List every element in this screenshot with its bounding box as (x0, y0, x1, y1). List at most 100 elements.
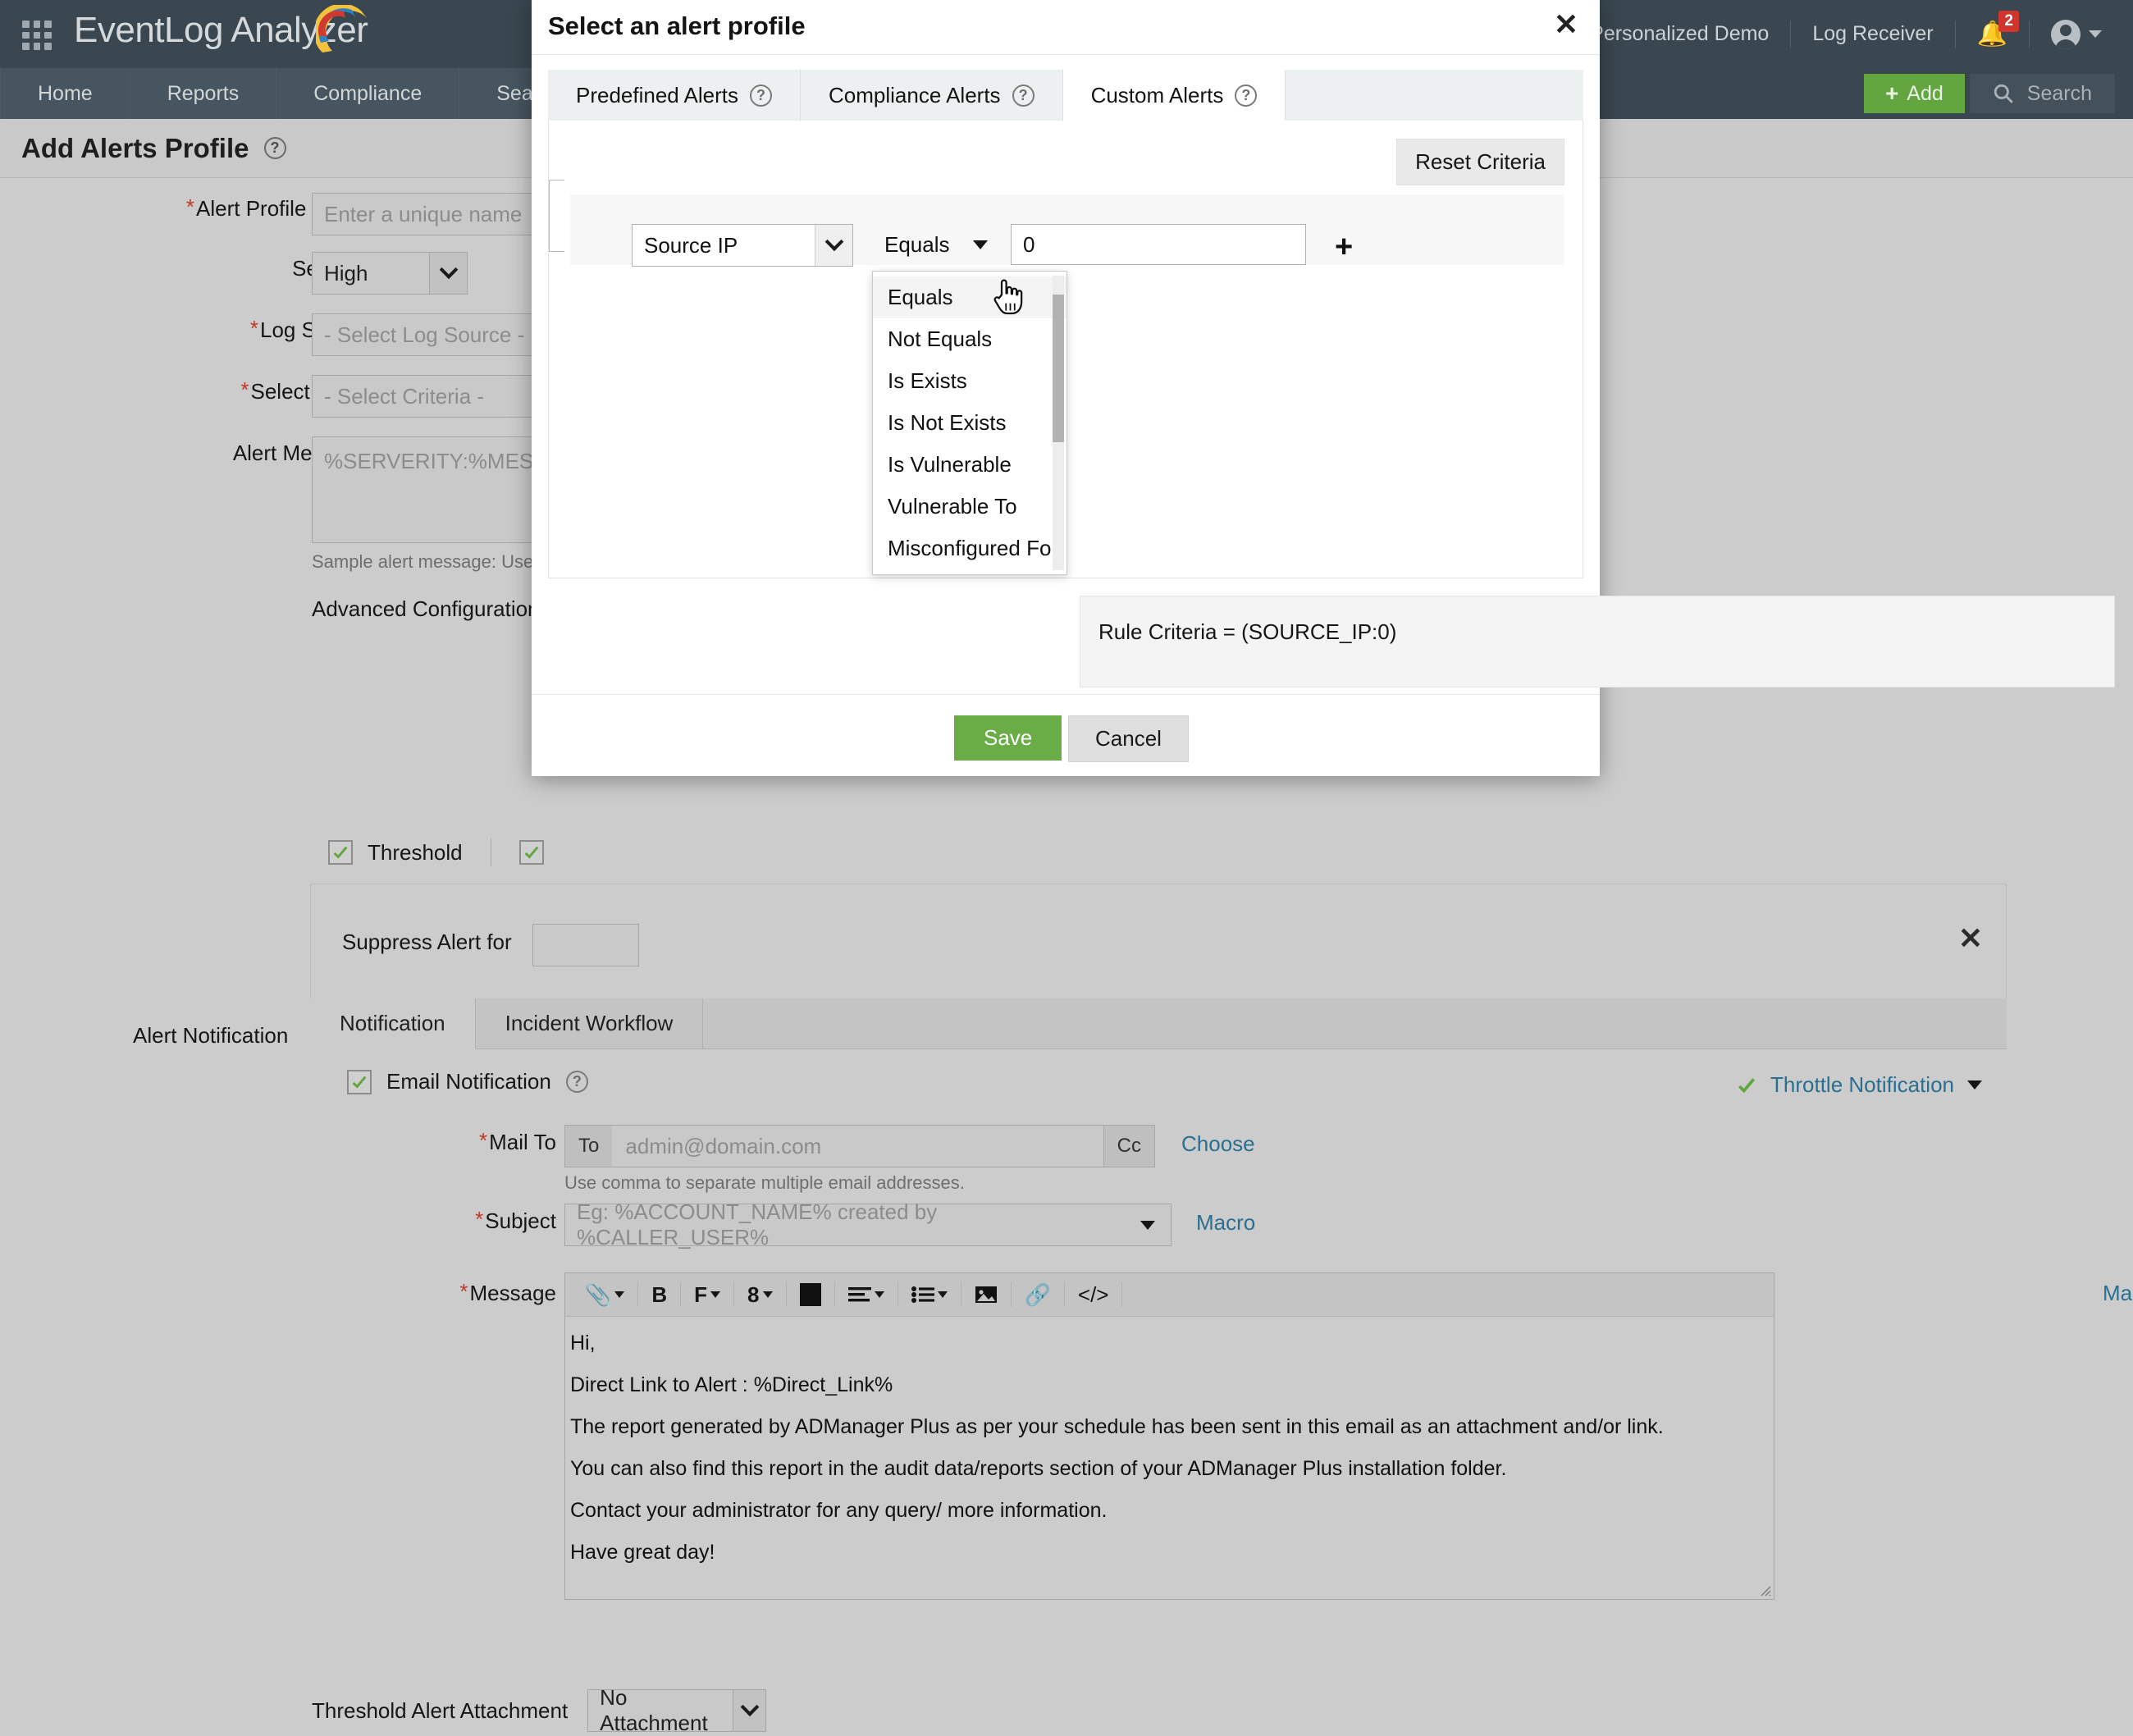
attachment-select[interactable]: No Attachment (587, 1689, 766, 1732)
divider (1121, 1282, 1122, 1307)
add-criteria-button[interactable]: + (1335, 231, 1353, 263)
user-menu-button[interactable] (2030, 20, 2118, 49)
email-notification-label: Email Notification (386, 1069, 551, 1094)
modal-title: Select an alert profile (548, 11, 806, 41)
tab-label: Compliance Alerts (829, 83, 1001, 108)
notifications-button[interactable]: 🔔 2 (1956, 22, 2029, 47)
tab-incident-workflow[interactable]: Incident Workflow (476, 998, 704, 1048)
modal-footer: Save Cancel (532, 694, 1600, 776)
throttle-notification-button[interactable]: Throttle Notification (1736, 1072, 1982, 1098)
criteria-value-input[interactable]: 0 (1011, 224, 1306, 265)
required-mark: * (186, 194, 194, 219)
tab-predefined-alerts[interactable]: Predefined Alerts ? (548, 70, 801, 121)
notification-card: Notification Incident Workflow Email Not… (310, 998, 2007, 1264)
personalized-demo-link[interactable]: Personalized Demo (1569, 22, 1790, 46)
log-receiver-link[interactable]: Log Receiver (1791, 22, 1954, 46)
nav-item-home[interactable]: Home (0, 68, 130, 119)
divider (532, 54, 1600, 55)
message-line: Have great day! (570, 1541, 1769, 1565)
alert-message-hint: Sample alert message: Use (312, 551, 533, 573)
operator-option-is-vulnerable[interactable]: Is Vulnerable (873, 444, 1066, 486)
mouse-cursor-pointer (990, 276, 1025, 317)
attachment-icon[interactable]: 📎 (572, 1273, 637, 1316)
chevron-down-icon (429, 253, 467, 294)
help-circle-icon[interactable]: ? (1012, 85, 1035, 107)
mail-to-prefix: To (565, 1126, 612, 1167)
list-icon[interactable] (898, 1273, 961, 1316)
caret-down-icon (1967, 1080, 1982, 1090)
severity-value: High (313, 261, 379, 286)
operator-option-misconfigured-for[interactable]: Misconfigured For (873, 528, 1066, 569)
dropdown-scrollbar-thumb[interactable] (1053, 295, 1064, 442)
subject-macro-link[interactable]: Macro (1196, 1210, 1255, 1236)
advanced-config-label: Advanced Configuration (312, 596, 540, 622)
suppress-alert-input[interactable] (532, 924, 639, 966)
throttle-notification-label: Throttle Notification (1770, 1072, 1954, 1098)
save-button[interactable]: Save (954, 715, 1062, 761)
operator-option-is-exists[interactable]: Is Exists (873, 360, 1066, 402)
operator-option-vulnerable-to[interactable]: Vulnerable To (873, 486, 1066, 528)
operator-dropdown-menu[interactable]: Equals Not Equals Is Exists Is Not Exist… (872, 271, 1067, 575)
nav-item-reports[interactable]: Reports (130, 68, 277, 119)
operator-option-not-equals[interactable]: Not Equals (873, 318, 1066, 360)
help-circle-icon[interactable]: ? (750, 85, 772, 107)
tab-custom-alerts[interactable]: Custom Alerts ? (1063, 70, 1286, 121)
mail-to-hint: Use comma to separate multiple email add… (564, 1172, 965, 1194)
plus-icon: + (1885, 80, 1898, 107)
help-circle-icon[interactable]: ? (264, 137, 286, 159)
resize-handle[interactable] (1758, 1583, 1771, 1597)
threshold-checkbox[interactable] (328, 840, 353, 865)
subject-input[interactable]: Eg: %ACCOUNT_NAME% created by %CALLER_US… (564, 1204, 1172, 1246)
message-macro-button[interactable]: Macro (2103, 1281, 2133, 1306)
severity-select[interactable]: High (312, 252, 468, 295)
font-size-icon[interactable]: 8 (734, 1273, 785, 1316)
font-family-icon[interactable]: F (681, 1273, 733, 1316)
notification-tabstrip: Notification Incident Workflow (310, 998, 2007, 1049)
grid-apps-icon[interactable] (20, 18, 54, 53)
editor-toolbar: 📎 B F 8 (564, 1272, 1774, 1317)
text-color-icon[interactable] (787, 1273, 834, 1316)
secondary-checkbox[interactable] (519, 840, 544, 865)
message-line: The report generated by ADManager Plus a… (570, 1415, 1769, 1439)
mail-to-row: *Mail To To admin@domain.com Cc Choose U… (310, 1115, 2007, 1194)
operator-option-equals[interactable]: Equals (873, 276, 1066, 318)
code-icon[interactable]: </> (1065, 1273, 1122, 1316)
bold-icon[interactable]: B (638, 1273, 680, 1316)
header-right-group: Personalized Demo Log Receiver 🔔 2 (1569, 0, 2118, 68)
email-notification-toggle[interactable]: Email Notification ? (347, 1069, 588, 1094)
modal-tabstrip: Predefined Alerts ? Compliance Alerts ? … (548, 70, 1583, 121)
tab-compliance-alerts[interactable]: Compliance Alerts ? (801, 70, 1063, 121)
add-button[interactable]: + Add (1864, 74, 1965, 113)
link-icon[interactable]: 🔗 (1012, 1273, 1064, 1316)
suppress-alert-label: Suppress Alert for (342, 930, 512, 955)
brand-logo-icon (316, 5, 373, 59)
nav-item-compliance[interactable]: Compliance (276, 68, 459, 119)
reset-criteria-button[interactable]: Reset Criteria (1396, 139, 1564, 185)
help-circle-icon[interactable]: ? (566, 1071, 588, 1093)
mail-to-input[interactable]: To admin@domain.com Cc (564, 1125, 1155, 1167)
search-input[interactable]: Search (1970, 74, 2115, 113)
caret-down-icon[interactable] (1126, 1221, 1171, 1230)
attachment-row: Threshold Alert Attachment No Attachment (312, 1689, 766, 1732)
criteria-field-select[interactable]: Source IP (632, 224, 853, 267)
tab-notification[interactable]: Notification (310, 998, 476, 1049)
operator-option-is-not-exists[interactable]: Is Not Exists (873, 402, 1066, 444)
help-circle-icon[interactable]: ? (1235, 85, 1257, 107)
attachment-label: Threshold Alert Attachment (312, 1698, 568, 1724)
cancel-button[interactable]: Cancel (1068, 715, 1189, 762)
close-icon[interactable]: ✕ (1958, 924, 1983, 953)
image-icon[interactable] (961, 1273, 1011, 1316)
align-icon[interactable] (835, 1273, 898, 1316)
cc-button[interactable]: Cc (1103, 1126, 1154, 1167)
email-notification-checkbox[interactable] (347, 1070, 372, 1094)
choose-link[interactable]: Choose (1181, 1131, 1255, 1157)
message-label: *Message (310, 1281, 556, 1306)
search-placeholder: Search (2027, 82, 2092, 106)
chevron-down-icon (2089, 30, 2102, 38)
threshold-checkbox-row[interactable]: Threshold (328, 838, 544, 866)
message-line: Hi, (570, 1332, 1769, 1355)
close-icon[interactable]: ✕ (1554, 10, 1578, 39)
rule-criteria-text: Rule Criteria = (SOURCE_IP:0) (1098, 619, 1396, 645)
tabstrip-filler (1286, 70, 1583, 121)
criteria-operator-select[interactable]: Equals (878, 224, 993, 265)
